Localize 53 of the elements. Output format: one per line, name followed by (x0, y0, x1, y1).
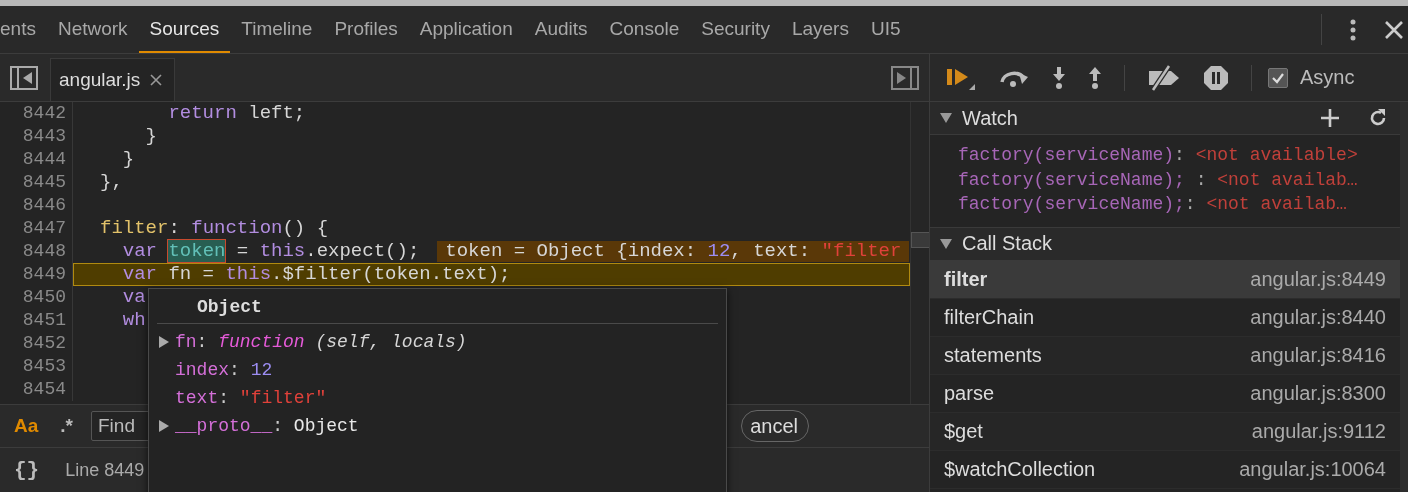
call-stack-frame[interactable]: filter angular.js:8449 (930, 260, 1400, 299)
panel-tab[interactable]: Audits (523, 6, 599, 53)
pretty-print-button[interactable]: {} (14, 458, 40, 482)
code-line: var token = this.expect(); (121, 241, 420, 262)
cancel-button[interactable]: ancel (741, 410, 809, 442)
code-line: } (144, 126, 157, 147)
section-header[interactable]: Watch (930, 102, 1400, 135)
panel-tab[interactable]: Application (408, 6, 524, 53)
watch-expression[interactable]: factory(serviceName): <not available> (958, 143, 1400, 168)
code-line: var fn = this.$filter(token.text); (121, 264, 511, 285)
panel-tab[interactable]: Layers (780, 6, 860, 53)
call-stack-frame[interactable]: filterChain angular.js:8440 (930, 298, 1400, 337)
popover-title: Object (157, 289, 718, 324)
property-entry: fn: function (self, locals) (175, 332, 467, 352)
async-checkbox[interactable]: Async (1268, 66, 1355, 89)
line-number: 8450 (0, 286, 73, 309)
section-header[interactable]: Call Stack (930, 226, 1400, 261)
property-entry: index: 12 (175, 360, 273, 380)
code-line: va (121, 287, 146, 308)
line-number: 8453 (0, 355, 73, 378)
watch-expression[interactable]: factory(serviceName);: <not availab… (958, 192, 1400, 217)
inline-value: token = Object {index: 12, text: "filter (437, 241, 910, 262)
file-tab[interactable]: angular.js (50, 58, 176, 101)
line-number: 8443 (0, 125, 73, 148)
watch-expression[interactable]: factory(serviceName); : <not availab… (958, 167, 1400, 192)
code-line: return left; (167, 103, 306, 124)
line-number: 8442 (0, 102, 73, 125)
panel-tab[interactable]: Network (46, 6, 139, 53)
line-number: 8452 (0, 332, 73, 355)
call-stack-frame[interactable]: parse angular.js:8300 (930, 374, 1400, 413)
panel-tab[interactable]: Console (598, 6, 691, 53)
code-line: filter: function() { (100, 218, 329, 239)
line-number: 8444 (0, 148, 73, 171)
line-number: 8451 (0, 309, 73, 332)
panel-tab[interactable]: Profiles (323, 6, 409, 53)
match-case-toggle[interactable]: Aa (10, 415, 49, 437)
line-number: 8448 (0, 240, 73, 263)
panel-tab[interactable]: UI5 (859, 6, 912, 53)
cursor-position: Line 8449 (65, 459, 145, 481)
regex-toggle[interactable]: .* (56, 415, 83, 437)
panel-tab[interactable]: ents (0, 6, 47, 53)
property-entry: text: "filter" (175, 388, 327, 408)
call-stack-frame[interactable]: $watchCollection angular.js:10064 (930, 450, 1400, 489)
code-line: wh (121, 310, 146, 331)
code-line: } (121, 149, 135, 170)
line-number: 8446 (0, 194, 73, 217)
line-number: 8445 (0, 171, 73, 194)
line-number: 8454 (0, 378, 73, 401)
line-number: 8447 (0, 217, 73, 240)
panel-tab[interactable]: Security (690, 6, 781, 53)
panel-tab[interactable]: Timeline (230, 6, 324, 53)
code-line: }, (100, 172, 123, 193)
property-entry: __proto__: Object (175, 416, 359, 436)
